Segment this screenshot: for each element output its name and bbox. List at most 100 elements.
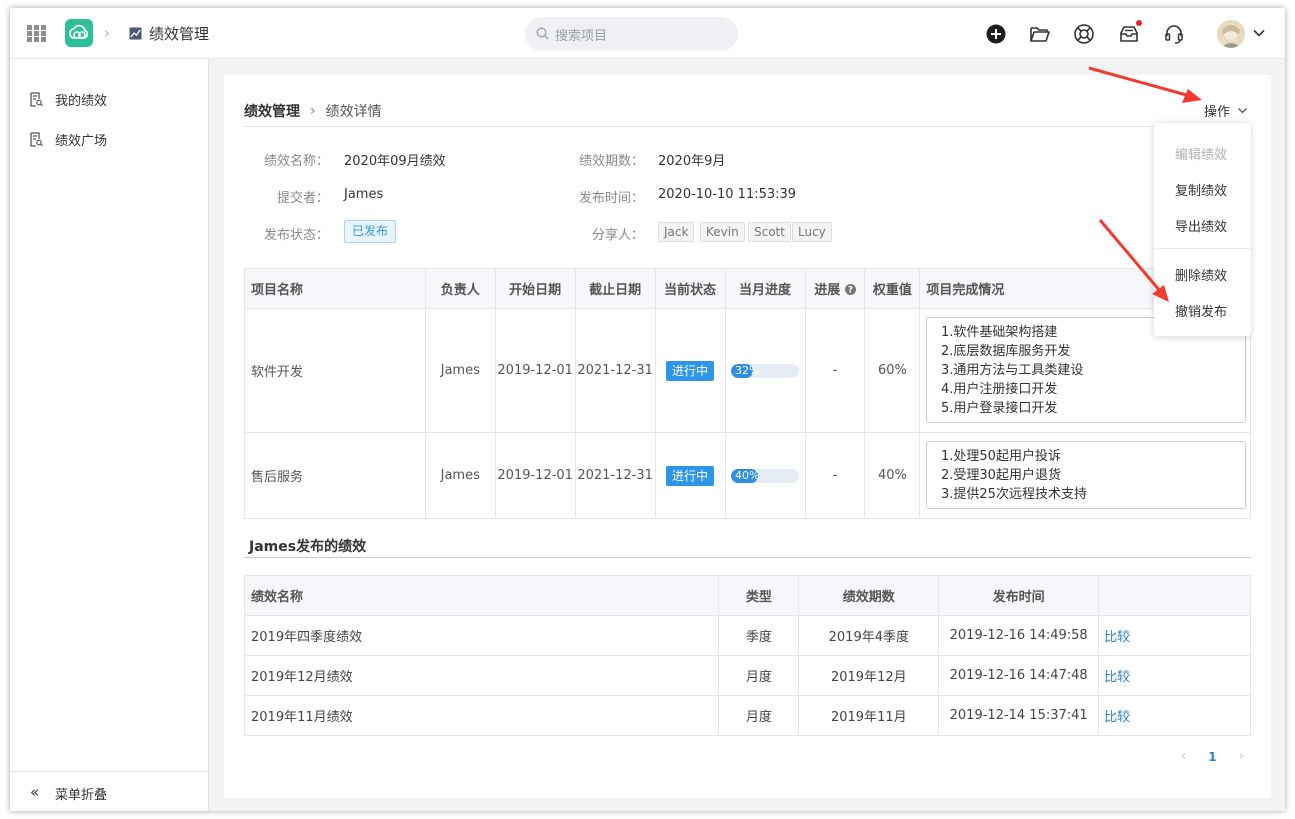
compare-link[interactable]: 比较 <box>1104 670 1130 685</box>
document-search-icon <box>30 91 43 107</box>
trend-value: - <box>804 432 866 519</box>
history-type: 月度 <box>718 655 800 696</box>
menu-item-edit[interactable]: 编辑绩效 <box>1175 144 1227 163</box>
project-name: 售后服务 <box>244 432 426 519</box>
page-number[interactable]: 1 <box>1208 750 1216 764</box>
operations-label: 操作 <box>1204 105 1231 120</box>
section-title: James发布的绩效 <box>249 539 367 555</box>
notification-badge <box>1136 20 1142 26</box>
history-period: 2019年12月 <box>798 655 940 696</box>
info-value: 2020年09月绩效 <box>344 154 446 169</box>
history-table: 绩效名称 类型 绩效期数 发布时间 2019年四季度绩效 季度 2019年4季度… <box>243 575 1251 736</box>
app-title: 绩效管理 <box>149 25 210 43</box>
search-placeholder: 搜索项目 <box>555 29 608 44</box>
menu-item-copy[interactable]: 复制绩效 <box>1175 180 1227 199</box>
column-header: 类型 <box>718 575 800 616</box>
document-search-icon <box>30 131 43 147</box>
info-value: James <box>344 187 384 202</box>
avatar[interactable] <box>1217 20 1245 48</box>
search-input[interactable]: 搜索项目 <box>525 17 738 51</box>
add-icon[interactable] <box>985 23 1007 45</box>
chart-icon <box>129 27 142 40</box>
info-label: 发布状态： <box>263 228 329 243</box>
collapse-label: 菜单折叠 <box>55 788 108 803</box>
progress-text: 40% <box>735 468 760 482</box>
column-header: 开始日期 <box>494 268 576 309</box>
headset-icon[interactable] <box>1163 23 1185 45</box>
table-row: 2019年四季度绩效 季度 2019年4季度 2019-12-16 14:49:… <box>243 615 1251 656</box>
help-ring-icon[interactable] <box>1073 23 1095 45</box>
sidebar-item-my-performance[interactable]: 我的绩效 <box>30 89 107 109</box>
status-badge: 进行中 <box>666 360 715 381</box>
sidebar-item-performance-square[interactable]: 绩效广场 <box>30 129 107 149</box>
history-period: 2019年4季度 <box>798 615 940 656</box>
breadcrumb-root[interactable]: 绩效管理 <box>244 101 300 121</box>
menu-item-export[interactable]: 导出绩效 <box>1175 216 1227 235</box>
detail-line: 3.提供25次远程技术支持 <box>941 487 1087 502</box>
project-name: 软件开发 <box>244 308 426 433</box>
question-icon[interactable]: ? <box>844 284 856 296</box>
breadcrumb-current: 绩效详情 <box>325 104 382 120</box>
column-header: 进展 ? <box>804 268 866 309</box>
project-owner: James <box>424 432 496 519</box>
start-date: 2019-12-01 <box>494 432 576 519</box>
info-label: 提交者： <box>276 191 329 206</box>
next-page-icon[interactable]: › <box>1239 749 1244 764</box>
detail-line: 5.用户登录接口开发 <box>941 401 1058 416</box>
history-type: 月度 <box>718 695 800 736</box>
chevron-down-icon[interactable] <box>1252 26 1266 40</box>
info-label: 绩效名称： <box>263 154 329 169</box>
menu-collapse-button[interactable]: « 菜单折叠 <box>10 771 209 811</box>
operations-dropdown[interactable]: 操作 <box>1204 101 1248 120</box>
table-row: 2019年11月绩效 月度 2019年11月 2019-12-14 15:37:… <box>243 695 1251 736</box>
sharer-tag: Jack <box>658 222 695 242</box>
folder-icon[interactable] <box>1029 23 1051 45</box>
progress-bar: 40% <box>731 468 799 483</box>
weight-value: 40% <box>864 432 921 519</box>
apps-grid-icon[interactable] <box>27 25 47 43</box>
project-details-textarea[interactable]: 1.处理50起用户投诉 2.受理30起用户退货 3.提供25次远程技术支持 <box>926 441 1246 509</box>
end-date: 2021-12-31 <box>574 308 656 433</box>
inbox-icon[interactable] <box>1118 20 1142 45</box>
sidebar: 我的绩效 绩效广场 « 菜单折叠 <box>10 59 209 811</box>
sharer-tag: Lucy <box>792 222 832 242</box>
top-bar: › 绩效管理 搜索项目 <box>10 8 1285 59</box>
table-header-row: 项目名称 负责人 开始日期 截止日期 当前状态 当月进度 进展 ? 权重值 项目… <box>244 268 1251 309</box>
column-header: 绩效期数 <box>798 575 940 616</box>
info-label: 分享人： <box>591 228 644 243</box>
history-name: 2019年12月绩效 <box>243 655 720 696</box>
prev-page-icon[interactable]: ‹ <box>1181 749 1186 764</box>
detail-card: 绩效管理 › 绩效详情 操作 绩效名称： 2020年09月绩效 绩效期数： 20… <box>224 75 1271 798</box>
history-name: 2019年11月绩效 <box>243 695 720 736</box>
table-row: 2019年12月绩效 月度 2019年12月 2019-12-16 14:47:… <box>243 655 1251 696</box>
menu-item-revoke[interactable]: 撤销发布 <box>1175 301 1227 320</box>
operations-menu: 编辑绩效 复制绩效 导出绩效 删除绩效 撤销发布 <box>1154 123 1251 336</box>
column-header: 发布时间 <box>938 575 1100 616</box>
search-icon <box>536 27 549 40</box>
cloud-logo-icon[interactable] <box>65 19 93 47</box>
chevron-right-icon: › <box>104 24 110 42</box>
detail-line: 2.底层数据库服务开发 <box>941 344 1071 359</box>
status-badge: 已发布 <box>344 220 397 243</box>
sidebar-item-label: 绩效广场 <box>55 133 108 149</box>
progress-bar: 32% <box>731 363 799 378</box>
menu-item-delete[interactable]: 删除绩效 <box>1175 265 1227 284</box>
chevron-down-icon <box>1238 108 1247 114</box>
history-time: 2019-12-14 15:37:41 <box>938 695 1100 736</box>
column-header: 权重值 <box>864 268 921 309</box>
detail-line: 2.受理30起用户退货 <box>941 468 1061 483</box>
column-header: 绩效名称 <box>243 575 720 616</box>
history-time: 2019-12-16 14:47:48 <box>938 655 1100 696</box>
detail-line: 3.通用方法与工具类建设 <box>941 363 1084 378</box>
compare-link[interactable]: 比较 <box>1104 630 1130 645</box>
compare-link[interactable]: 比较 <box>1104 710 1130 725</box>
app-window: › 绩效管理 搜索项目 我的绩效 绩效广场 « 菜单折叠 绩效管理 › 绩效详情… <box>10 8 1285 811</box>
column-header: 项目名称 <box>244 268 426 309</box>
detail-line: 1.处理50起用户投诉 <box>941 449 1061 464</box>
history-period: 2019年11月 <box>798 695 940 736</box>
info-label: 发布时间： <box>578 191 644 206</box>
trend-value: - <box>804 308 866 433</box>
column-header-label: 进展 <box>814 283 841 298</box>
table-header-row: 绩效名称 类型 绩效期数 发布时间 <box>243 575 1251 616</box>
sharer-tag: Kevin <box>700 222 745 242</box>
